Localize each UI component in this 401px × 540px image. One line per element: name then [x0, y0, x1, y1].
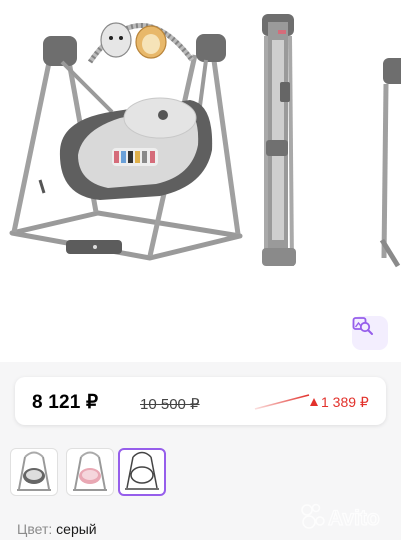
swing-folded-image — [262, 14, 296, 267]
price-difference: 1 389 ₽ — [310, 394, 369, 411]
current-price: 8 121 ₽ — [32, 392, 99, 413]
thumbnail-grey-swing-image — [17, 451, 51, 491]
avito-watermark-icon: Avito — [301, 503, 380, 531]
swing-open-image — [9, 22, 243, 261]
thumbnail-strip — [10, 448, 170, 498]
color-label: Цвет: — [17, 521, 53, 537]
thumbnail-pink-swing-image — [73, 451, 107, 491]
product-image-gallery[interactable] — [0, 0, 401, 362]
thumbnail-grey-swing[interactable] — [10, 448, 58, 496]
price-up-icon — [310, 397, 318, 406]
image-zoom-icon — [352, 317, 373, 335]
image-zoom-button[interactable] — [352, 316, 388, 350]
baby-swing-photo — [9, 14, 401, 268]
price-difference-value: 1 389 ₽ — [321, 394, 369, 410]
svg-text:Avito: Avito — [328, 507, 380, 530]
price-card[interactable]: 8 121 ₽ 10 500 ₽ 1 389 ₽ — [15, 377, 386, 425]
old-price: 10 500 ₽ — [140, 396, 200, 413]
price-trend-icon — [254, 394, 310, 410]
swing-side-image — [379, 58, 401, 268]
thumbnail-outline-swing[interactable] — [118, 448, 166, 496]
color-value: серый — [56, 521, 97, 537]
color-info: Цвет: серый — [17, 521, 97, 537]
thumbnail-pink-swing[interactable] — [66, 448, 114, 496]
thumbnail-outline-swing-image — [125, 451, 159, 490]
